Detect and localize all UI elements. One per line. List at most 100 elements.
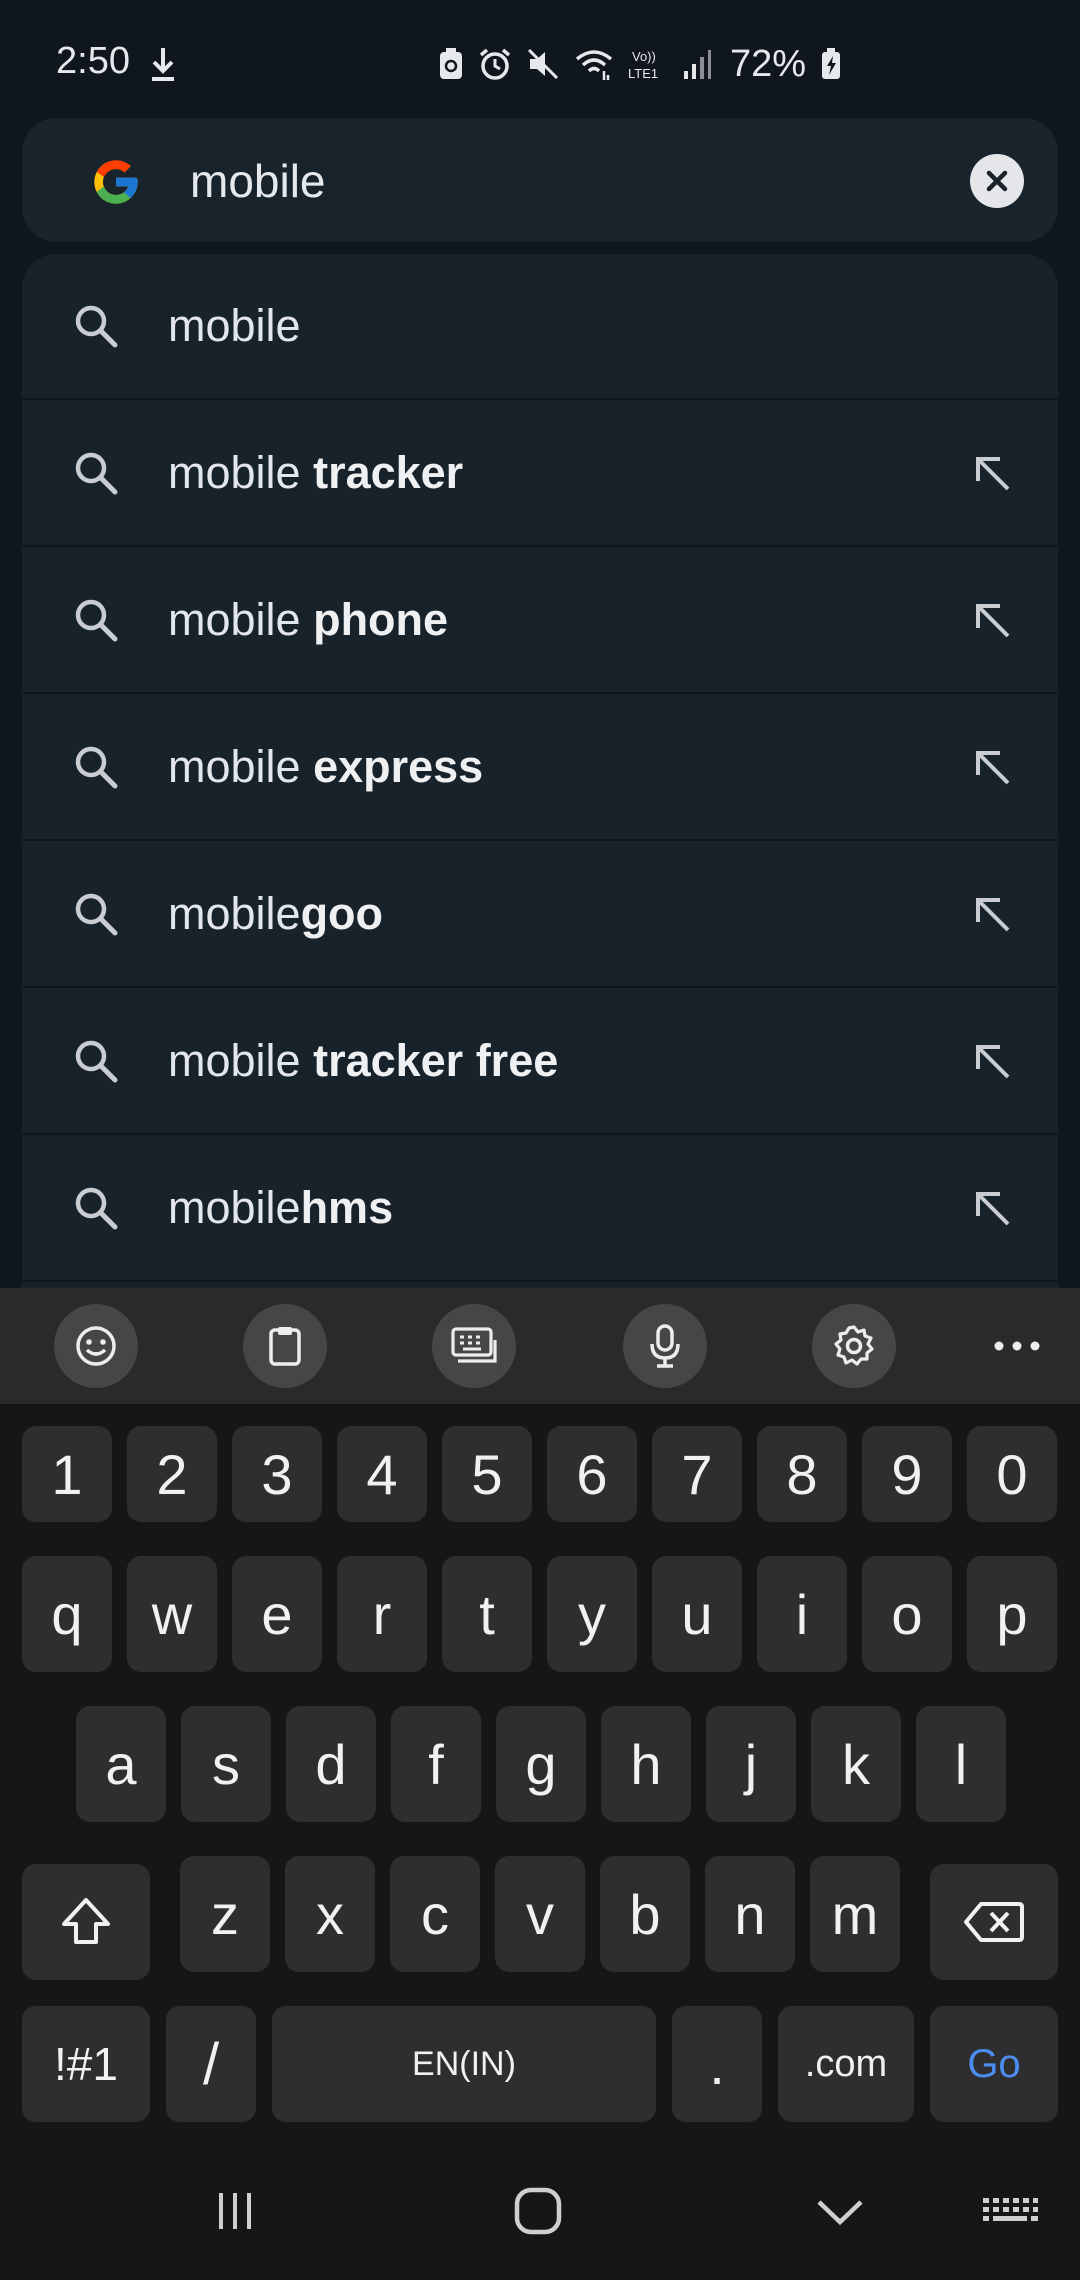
key-y[interactable]: y <box>547 1556 637 1672</box>
go-key[interactable]: Go <box>930 2006 1058 2122</box>
key-o[interactable]: o <box>862 1556 952 1672</box>
suggestion-row[interactable]: mobile express <box>22 695 1058 841</box>
recent-apps-icon[interactable] <box>195 2176 275 2246</box>
suggestion-text: mobile express <box>168 739 483 795</box>
microphone-icon[interactable] <box>623 1304 707 1388</box>
search-box[interactable]: mobile <box>22 118 1058 242</box>
fill-query-arrow-icon[interactable] <box>966 888 1018 940</box>
search-icon <box>70 1182 122 1234</box>
space-key[interactable]: EN(IN) <box>272 2006 656 2122</box>
navigation-bar <box>0 2140 1080 2280</box>
search-icon <box>70 888 122 940</box>
key-j[interactable]: j <box>706 1706 796 1822</box>
key-g[interactable]: g <box>496 1706 586 1822</box>
key-8[interactable]: 8 <box>757 1426 847 1522</box>
symbols-key[interactable]: !#1 <box>22 2006 150 2122</box>
key-7[interactable]: 7 <box>652 1426 742 1522</box>
battery-charging-icon <box>822 48 841 79</box>
key-e[interactable]: e <box>232 1556 322 1672</box>
svg-text:Vo)): Vo)) <box>632 49 656 64</box>
key-p[interactable]: p <box>967 1556 1057 1672</box>
backspace-key[interactable] <box>930 1864 1058 1980</box>
key-m[interactable]: m <box>810 1856 900 1972</box>
suggestion-row[interactable]: mobilegoo <box>22 842 1058 988</box>
emoji-icon[interactable] <box>54 1304 138 1388</box>
fill-query-arrow-icon[interactable] <box>966 741 1018 793</box>
key-6[interactable]: 6 <box>547 1426 637 1522</box>
settings-icon[interactable] <box>812 1304 896 1388</box>
key-r[interactable]: r <box>337 1556 427 1672</box>
key-9[interactable]: 9 <box>862 1426 952 1522</box>
suggestion-prefix: mobile <box>168 447 314 498</box>
suggestion-prefix: mobile <box>168 1182 301 1233</box>
key-1[interactable]: 1 <box>22 1426 112 1522</box>
close-icon[interactable] <box>970 154 1024 208</box>
fill-query-arrow-icon[interactable] <box>966 1182 1018 1234</box>
home-icon[interactable] <box>498 2176 578 2246</box>
key-w[interactable]: w <box>127 1556 217 1672</box>
clipboard-icon[interactable] <box>243 1304 327 1388</box>
key-h[interactable]: h <box>601 1706 691 1822</box>
key-f[interactable]: f <box>391 1706 481 1822</box>
search-icon <box>70 447 122 499</box>
slash-key[interactable]: / <box>166 2006 256 2122</box>
search-input[interactable]: mobile <box>190 154 326 208</box>
key-u[interactable]: u <box>652 1556 742 1672</box>
key-5[interactable]: 5 <box>442 1426 532 1522</box>
suggestion-row[interactable]: mobile tracker free <box>22 989 1058 1135</box>
fill-query-arrow-icon[interactable] <box>966 594 1018 646</box>
suggestion-row[interactable]: mobilehms <box>22 1136 1058 1282</box>
suggestion-row[interactable]: mobile <box>22 254 1058 400</box>
dotcom-key[interactable]: .com <box>778 2006 914 2122</box>
fill-query-arrow-icon[interactable] <box>966 1035 1018 1087</box>
search-icon <box>70 300 122 352</box>
more-icon[interactable] <box>982 1316 1052 1376</box>
suggestion-text: mobile <box>168 298 301 354</box>
key-2[interactable]: 2 <box>127 1426 217 1522</box>
period-key[interactable]: . <box>672 2006 762 2122</box>
key-x[interactable]: x <box>285 1856 375 1972</box>
signal-icon <box>684 50 711 79</box>
search-icon <box>70 1035 122 1087</box>
mute-icon <box>527 48 559 80</box>
suggestion-completion: express <box>313 741 484 792</box>
search-icon <box>70 594 122 646</box>
keyboard-hide-icon[interactable] <box>970 2176 1050 2246</box>
key-b[interactable]: b <box>600 1856 690 1972</box>
suggestion-prefix: mobile <box>168 888 301 939</box>
key-v[interactable]: v <box>495 1856 585 1972</box>
keyboard: !#1 / EN(IN) . .com Go 1234567890 qwertyu… <box>0 1404 1080 2140</box>
suggestion-text: mobile phone <box>168 592 448 648</box>
key-z[interactable]: z <box>180 1856 270 1972</box>
suggestion-completion: tracker free <box>313 1035 559 1086</box>
suggestion-row[interactable]: mobile tracker <box>22 401 1058 547</box>
key-q[interactable]: q <box>22 1556 112 1672</box>
download-icon <box>152 48 174 81</box>
status-time: 2:50 <box>56 40 130 82</box>
key-0[interactable]: 0 <box>967 1426 1057 1522</box>
key-s[interactable]: s <box>181 1706 271 1822</box>
suggestion-text: mobile tracker <box>168 445 463 501</box>
key-t[interactable]: t <box>442 1556 532 1672</box>
key-d[interactable]: d <box>286 1706 376 1822</box>
suggestions-list: mobile mobile tracker mobile phone mobile e… <box>22 254 1058 1288</box>
back-icon[interactable] <box>800 2176 880 2246</box>
battery-percent: 72% <box>730 42 807 85</box>
suggestion-prefix: mobile <box>168 741 314 792</box>
wifi-icon <box>575 50 613 80</box>
key-4[interactable]: 4 <box>337 1426 427 1522</box>
key-k[interactable]: k <box>811 1706 901 1822</box>
key-a[interactable]: a <box>76 1706 166 1822</box>
key-n[interactable]: n <box>705 1856 795 1972</box>
fill-query-arrow-icon[interactable] <box>966 447 1018 499</box>
key-3[interactable]: 3 <box>232 1426 322 1522</box>
shift-key[interactable] <box>22 1864 150 1980</box>
suggestion-completion: tracker <box>313 447 464 498</box>
key-c[interactable]: c <box>390 1856 480 1972</box>
key-l[interactable]: l <box>916 1706 1006 1822</box>
keyboard-mode-icon[interactable] <box>432 1304 516 1388</box>
key-i[interactable]: i <box>757 1556 847 1672</box>
svg-text:LTE1: LTE1 <box>628 66 658 81</box>
suggestion-row[interactable]: mobile phone <box>22 548 1058 694</box>
google-logo <box>94 160 138 204</box>
